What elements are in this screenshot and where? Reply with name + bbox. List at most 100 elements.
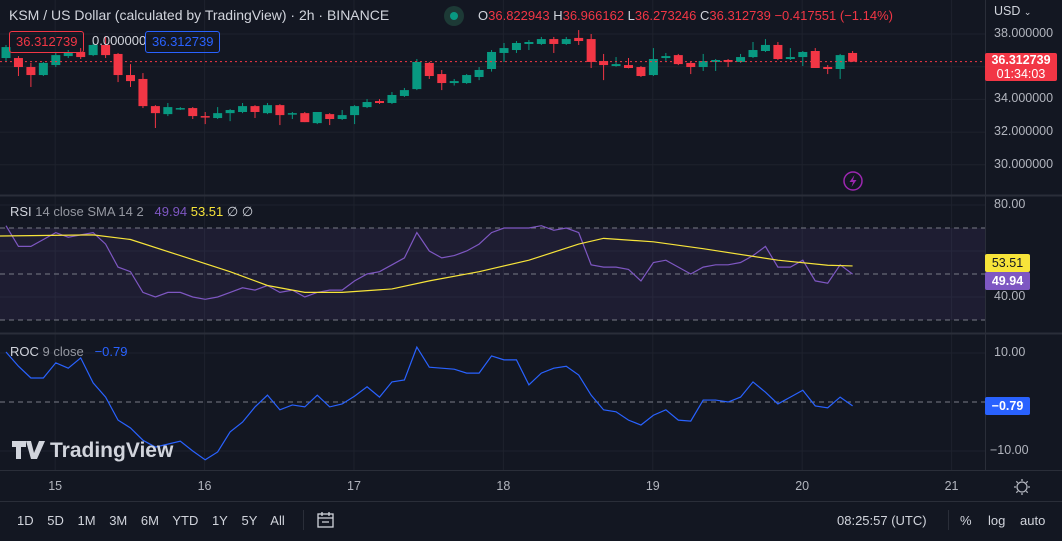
rsi-sma-value: 53.51 (190, 204, 224, 219)
time-tick-label: 19 (645, 479, 660, 493)
log-toggle[interactable]: log (988, 513, 1005, 528)
candle-up (262, 105, 272, 114)
candle-up (163, 107, 173, 115)
rsi-extra-1: ∅ (226, 204, 239, 219)
candle-up (499, 48, 509, 53)
rsi-tick-label: 80.00 (994, 197, 1026, 211)
close-value: 36.312739 (709, 8, 771, 23)
close-label: C (699, 8, 710, 23)
range-ytd[interactable]: YTD (172, 513, 198, 528)
range-1d[interactable]: 1D (17, 513, 34, 528)
market-status-icon[interactable] (444, 6, 464, 26)
high-value: 36.966162 (562, 8, 625, 23)
candle-down (26, 67, 36, 76)
tradingview-logo-icon (12, 441, 45, 459)
chevron-down-icon: ⌄ (1023, 7, 1032, 17)
rsi-legend[interactable]: RSI 14 close SMA 14 2 49.94 53.51 ∅ ∅ (10, 204, 253, 220)
candle-down (250, 106, 260, 112)
change-value: −0.417551 (−1.14%) (774, 8, 893, 23)
last-price-label: 36.312739 01:34:03 (985, 52, 1057, 81)
candle-up (238, 106, 248, 112)
candle-down (773, 44, 783, 60)
candle-down (375, 101, 384, 103)
candle-up (213, 113, 223, 119)
candle-up (350, 106, 360, 116)
candle-up (175, 108, 185, 110)
spread-value: 0.000000 (92, 33, 147, 48)
candle-down (673, 55, 683, 65)
last-price-value: 36.312739 (991, 52, 1051, 67)
utc-clock[interactable]: 08:25:57 (UTC) (837, 513, 927, 528)
roc-value-tag: −0.79 (985, 396, 1030, 415)
roc-tick-label: −10.00 (990, 443, 1029, 457)
symbol-title[interactable]: KSM / US Dollar (calculated by TradingVi… (9, 7, 389, 23)
currency-selector[interactable]: USD ⌄ (994, 4, 1031, 18)
candle-up (474, 69, 484, 78)
candle-down (586, 39, 596, 62)
roc-tick-label: 10.00 (994, 345, 1026, 359)
candle-down (624, 65, 633, 69)
range-all[interactable]: All (270, 513, 284, 528)
candle-down (138, 78, 148, 107)
range-6m[interactable]: 6M (141, 513, 159, 528)
price-tick-label: 38.000000 (994, 26, 1054, 40)
candle-down (13, 58, 23, 68)
candle-up (524, 42, 534, 44)
rsi-name: RSI (10, 204, 32, 219)
low-label: L (627, 8, 635, 23)
candle-down (325, 114, 335, 120)
time-tick-label: 16 (197, 479, 212, 493)
price-tick-label: 32.000000 (994, 124, 1054, 139)
range-3m[interactable]: 3M (109, 513, 127, 528)
ohlc-legend: O36.822943 H36.966162 L36.273246 C36.312… (478, 8, 893, 23)
candle-down (823, 67, 833, 69)
auto-toggle[interactable]: auto (1020, 513, 1045, 528)
candle-down (200, 116, 210, 118)
roc-legend[interactable]: ROC 9 close −0.79 (10, 344, 127, 359)
rsi-value: 49.94 (154, 204, 188, 219)
settings-gear-icon[interactable] (1014, 479, 1030, 495)
candle-up (312, 111, 322, 124)
range-5y[interactable]: 5Y (241, 513, 257, 528)
candle-up (287, 113, 297, 115)
candle-down (437, 74, 447, 84)
candle-up (38, 62, 48, 76)
candle-up (785, 57, 795, 60)
open-label: O (478, 8, 489, 23)
candle-up (387, 94, 397, 103)
candle-up (611, 64, 621, 67)
candle-up (449, 81, 459, 84)
candle-down (126, 75, 135, 82)
candle-down (275, 105, 285, 116)
candle-up (760, 44, 770, 52)
rsi-tick-label: 40.00 (994, 289, 1026, 303)
candle-up (661, 56, 671, 59)
candle-down (549, 39, 559, 44)
candle-up (337, 115, 347, 120)
candle-down (848, 52, 858, 62)
roc-name: ROC (10, 344, 39, 359)
range-buttons: 1D 5D 1M 3M 6M YTD 1Y 5Y All (17, 513, 285, 528)
buy-button[interactable]: 36.312739 (145, 31, 221, 53)
candle-up (225, 110, 235, 114)
time-tick-label: 17 (347, 479, 361, 493)
sell-button[interactable]: 36.312739 (9, 31, 85, 53)
candle-down (424, 62, 434, 77)
time-tick-label: 21 (944, 479, 959, 493)
range-1y[interactable]: 1Y (212, 513, 228, 528)
range-1m[interactable]: 1M (78, 513, 96, 528)
rsi-params: 14 close SMA 14 2 (35, 204, 144, 219)
candle-up (399, 90, 409, 96)
candle-down (300, 113, 310, 123)
calendar-icon[interactable] (317, 512, 334, 528)
rsi-sma-tag: 53.51 (985, 253, 1030, 272)
percent-toggle[interactable]: % (960, 513, 972, 528)
high-label: H (553, 8, 563, 23)
lightning-icon[interactable] (843, 171, 863, 191)
price-tick-label: 34.000000 (994, 91, 1054, 106)
range-5d[interactable]: 5D (47, 513, 64, 528)
candle-up (511, 42, 521, 51)
candle-down (810, 51, 820, 69)
rsi-value-tag: 49.94 (985, 271, 1030, 290)
time-tick-label: 15 (48, 479, 63, 493)
